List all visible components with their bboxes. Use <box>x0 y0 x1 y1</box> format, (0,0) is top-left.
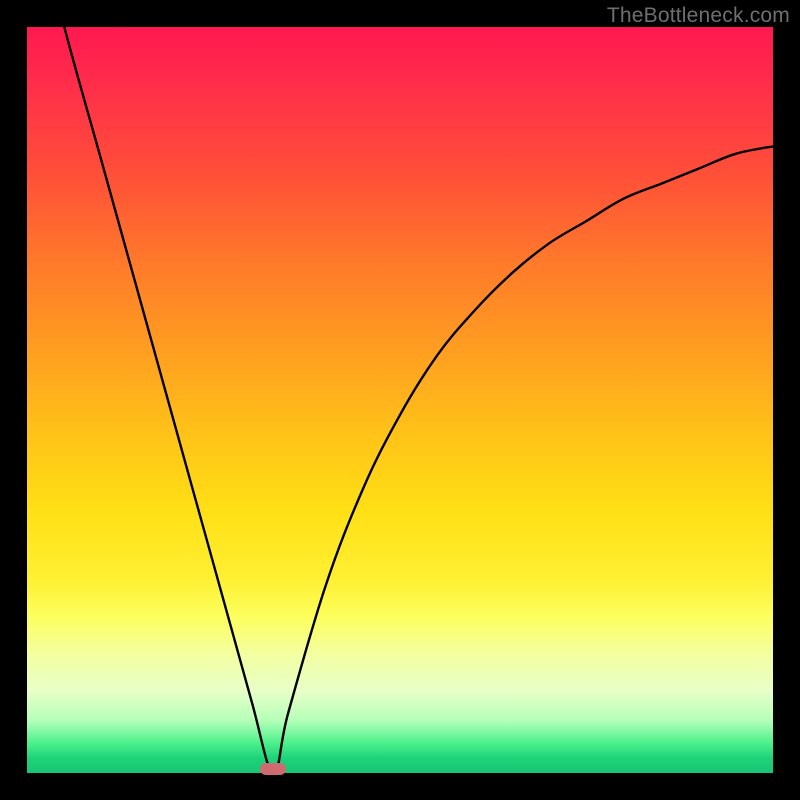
bottleneck-curve <box>27 27 773 773</box>
chart-area <box>27 27 773 773</box>
watermark-text: TheBottleneck.com <box>607 4 790 28</box>
minimum-marker <box>260 763 286 775</box>
